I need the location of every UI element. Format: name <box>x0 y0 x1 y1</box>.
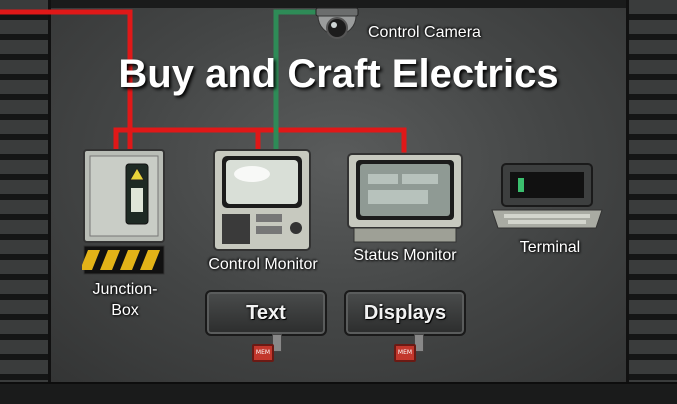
camera-icon <box>315 7 359 39</box>
text-mem-chip[interactable]: MEM <box>252 344 274 362</box>
craft-electrics-screen: Control Camera Buy and Craft Electrics J… <box>0 0 677 404</box>
text-button-label: Text <box>246 301 286 324</box>
control-camera[interactable] <box>310 6 364 52</box>
junction-box-label-line1: Junction- <box>92 281 158 298</box>
displays-mem-chip[interactable]: MEM <box>394 344 416 362</box>
text-category-button[interactable]: Text <box>205 290 327 336</box>
displays-category-button[interactable]: Displays <box>344 290 466 336</box>
bottom-frame <box>0 382 677 404</box>
terminal-label: Terminal <box>519 239 581 256</box>
control-monitor-label: Control Monitor <box>208 256 318 273</box>
terminal-icon <box>491 163 603 229</box>
monitor-icon <box>213 149 311 251</box>
monitor-icon <box>347 153 463 243</box>
status-monitor-item[interactable] <box>346 152 464 244</box>
junction-box-item[interactable] <box>82 148 166 276</box>
terminal-item[interactable] <box>488 160 606 236</box>
junction-box-icon <box>82 149 165 275</box>
page-title: Buy and Craft Electrics <box>118 52 559 96</box>
status-monitor-label: Status Monitor <box>353 247 457 264</box>
control-camera-label: Control Camera <box>368 24 481 41</box>
control-monitor-item[interactable] <box>212 148 312 252</box>
displays-button-label: Displays <box>363 301 447 324</box>
junction-box-label-line2: Box <box>111 302 139 319</box>
